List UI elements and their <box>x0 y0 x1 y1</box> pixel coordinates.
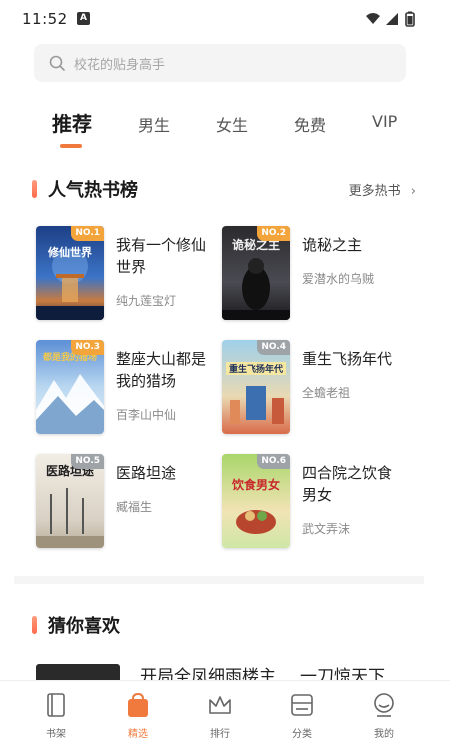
book-cover: 都是我的猎场 NO.3 <box>36 340 104 434</box>
section-accent-bar <box>32 616 37 634</box>
profile-icon <box>374 693 394 717</box>
nav-featured[interactable]: 精选 <box>108 689 168 745</box>
search-bar[interactable]: 校花的贴身高手 <box>34 44 406 82</box>
book-title: 诡秘之主 <box>302 236 363 254</box>
bottom-navigation: 书架 精选 排行 分类 我的 <box>0 680 450 750</box>
bookshelf-icon <box>47 693 65 717</box>
search-placeholder: 校花的贴身高手 <box>74 58 166 73</box>
battery-icon <box>405 11 415 27</box>
book-item[interactable]: 修仙世界 NO.1 我有一个修仙世界 纯九莲宝灯 <box>36 226 216 322</box>
cover-title: 饮食男女 <box>231 478 280 492</box>
book-cover: 饮食男女 NO.6 <box>222 454 290 548</box>
tab-recommend[interactable]: 推荐 <box>52 108 92 137</box>
book-author: 爱潜水的乌贼 <box>302 272 375 286</box>
section-title: 人气热书榜 <box>48 180 138 201</box>
rank-badge: NO.3 <box>71 340 104 355</box>
book-item[interactable]: 医路坦途 NO.5 医路坦途 臧福生 <box>36 454 216 550</box>
notification-icon: A <box>77 12 90 25</box>
book-cover: 重生飞扬年代 NO.4 <box>222 340 290 434</box>
nav-label: 精选 <box>128 729 148 740</box>
status-bar: 11:52 A <box>0 0 450 38</box>
book-item[interactable]: 重生飞扬年代 NO.4 重生飞扬年代 全蟾老祖 <box>222 340 402 436</box>
book-title: 我有一个修仙世界 <box>116 236 207 276</box>
book-cover: 修仙世界 NO.1 <box>36 226 104 320</box>
book-cover: 诡秘之主 NO.2 <box>222 226 290 320</box>
nav-label: 排行 <box>210 729 230 740</box>
chevron-right-icon: › <box>410 184 416 199</box>
wifi-icon <box>366 13 380 24</box>
book-author: 全蟾老祖 <box>302 386 351 400</box>
rank-badge: NO.6 <box>257 454 290 469</box>
category-icon <box>291 694 313 716</box>
nav-profile[interactable]: 我的 <box>354 689 414 745</box>
section-title: 猜你喜欢 <box>48 616 120 637</box>
status-icons <box>366 11 415 27</box>
tab-free[interactable]: 免费 <box>294 112 326 136</box>
section-divider <box>14 576 424 584</box>
rank-badge: NO.2 <box>257 226 290 241</box>
nav-label: 我的 <box>374 729 394 740</box>
book-author: 纯九莲宝灯 <box>116 294 177 308</box>
book-author: 百李山中仙 <box>116 408 177 422</box>
active-tab-indicator <box>60 144 82 148</box>
book-title: 整座大山都是我的猎场 <box>116 350 207 390</box>
book-item[interactable]: 饮食男女 NO.6 四合院之饮食男女 武文弄沫 <box>222 454 402 550</box>
tab-female[interactable]: 女生 <box>216 112 248 136</box>
book-item[interactable]: 诡秘之主 NO.2 诡秘之主 爱潜水的乌贼 <box>222 226 402 322</box>
tab-vip[interactable]: VIP <box>372 112 397 131</box>
signal-icon <box>386 13 398 25</box>
book-item[interactable]: 都是我的猎场 NO.3 整座大山都是我的猎场 百李山中仙 <box>36 340 216 436</box>
search-icon <box>49 55 65 71</box>
more-link-label: 更多热书 <box>348 184 401 199</box>
book-title: 重生飞扬年代 <box>302 350 393 368</box>
nav-ranking[interactable]: 排行 <box>190 689 250 745</box>
nav-label: 分类 <box>292 729 312 740</box>
book-cover: 医路坦途 NO.5 <box>36 454 104 548</box>
crown-icon <box>209 696 231 714</box>
hot-section-header: 人气热书榜 更多热书 › <box>0 176 450 202</box>
section-accent-bar <box>32 180 37 198</box>
book-author: 武文弄沫 <box>302 522 351 536</box>
rank-badge: NO.5 <box>71 454 104 469</box>
cover-title: 修仙世界 <box>48 246 92 259</box>
more-hot-books-link[interactable]: 更多热书 › <box>349 180 416 199</box>
rank-badge: NO.1 <box>71 226 104 241</box>
tab-male[interactable]: 男生 <box>138 112 170 136</box>
featured-icon <box>128 692 148 717</box>
nav-label: 书架 <box>46 729 66 740</box>
nav-category[interactable]: 分类 <box>272 689 332 745</box>
cover-title: 重生飞扬年代 <box>226 362 286 375</box>
status-time: 11:52 <box>22 10 68 28</box>
book-author: 臧福生 <box>116 500 153 514</box>
guess-section-header: 猜你喜欢 <box>0 612 450 638</box>
category-tabs: 推荐 男生 女生 免费 VIP <box>0 104 450 152</box>
book-title: 医路坦途 <box>116 464 177 482</box>
rank-badge: NO.4 <box>257 340 290 355</box>
book-title: 四合院之饮食男女 <box>302 464 393 504</box>
nav-bookshelf[interactable]: 书架 <box>26 689 86 745</box>
